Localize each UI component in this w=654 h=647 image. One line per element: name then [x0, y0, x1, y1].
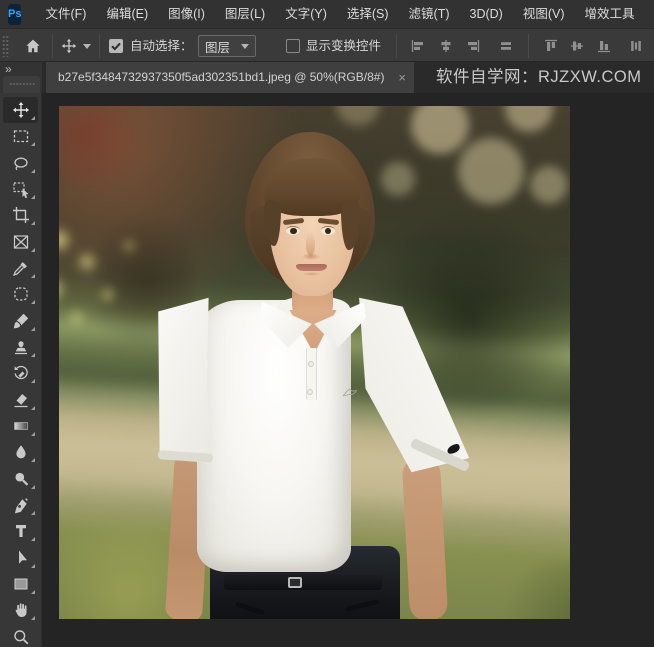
shirt-button	[307, 389, 313, 395]
boy-right-eye	[321, 226, 335, 235]
photoshop-logo[interactable]: Ps	[8, 3, 22, 25]
distribute-horizontally-icon[interactable]	[498, 38, 514, 54]
tool-brush[interactable]	[3, 308, 38, 334]
boy-belt	[224, 575, 382, 590]
boy-subject	[59, 106, 570, 619]
menu-image[interactable]: 图像(I)	[158, 0, 215, 28]
auto-select-target-dropdown[interactable]: 图层	[198, 35, 256, 57]
tab-close-icon[interactable]: ×	[398, 62, 406, 93]
auto-select-target-value: 图层	[205, 40, 231, 55]
align-right-edges-icon[interactable]	[465, 38, 481, 54]
tool-type[interactable]	[3, 518, 38, 544]
show-transform-checkbox[interactable]	[286, 39, 300, 53]
tool-gradient[interactable]	[3, 413, 38, 439]
menu-edit[interactable]: 编辑(E)	[96, 0, 158, 28]
document-tab-title: b27e5f3484732937350f5ad302351bd1.jpeg @ …	[58, 70, 385, 84]
tool-object-selection[interactable]	[3, 176, 38, 202]
distribute-vertically-icon[interactable]	[628, 38, 644, 54]
align-vertical-centers-icon[interactable]	[569, 38, 585, 54]
menu-filter[interactable]: 滤镜(T)	[399, 0, 460, 28]
options-separator	[528, 34, 529, 58]
tool-spot-healing-brush[interactable]	[3, 281, 38, 307]
menu-window[interactable]: 窗口(W)	[645, 0, 654, 28]
tool-lasso[interactable]	[3, 150, 38, 176]
shirt-button	[308, 361, 314, 367]
menubar: Ps 文件(F) 编辑(E) 图像(I) 图层(L) 文字(Y) 选择(S) 滤…	[0, 0, 654, 28]
document-canvas-image[interactable]	[59, 106, 570, 619]
menu-plugins[interactable]: 增效工具	[575, 0, 645, 28]
show-transform-label: 显示变换控件	[306, 39, 382, 53]
document-tab[interactable]: b27e5f3484732937350f5ad302351bd1.jpeg @ …	[46, 62, 414, 93]
options-separator	[396, 34, 397, 58]
checkmark-icon	[111, 42, 121, 51]
menu-view[interactable]: 视图(V)	[513, 0, 575, 28]
tool-history-brush[interactable]	[3, 360, 38, 386]
align-bottom-edges-icon[interactable]	[596, 38, 612, 54]
chest-logo	[342, 388, 358, 396]
menu-select[interactable]: 选择(S)	[337, 0, 399, 28]
align-left-edges-icon[interactable]	[410, 38, 426, 54]
align-top-edges-icon[interactable]	[543, 38, 559, 54]
pupil	[324, 227, 331, 234]
pupil	[290, 227, 297, 234]
toolbar-grip[interactable]	[3, 76, 40, 93]
move-tool-icon[interactable]	[61, 38, 77, 54]
tool-rectangular-marquee[interactable]	[3, 123, 38, 149]
tool-dodge[interactable]	[3, 466, 38, 492]
auto-select-checkbox[interactable]	[109, 39, 123, 53]
toolbar-header: »	[0, 62, 42, 93]
tool-clone-stamp[interactable]	[3, 334, 38, 360]
align-horizontal-centers-icon[interactable]	[438, 38, 454, 54]
menu-layer[interactable]: 图层(L)	[215, 0, 275, 28]
toolbar	[0, 93, 42, 647]
dropdown-chevron-icon	[241, 43, 249, 49]
menu-type[interactable]: 文字(Y)	[275, 0, 337, 28]
options-separator	[99, 34, 100, 58]
expand-panel-button[interactable]: »	[5, 62, 12, 76]
home-icon[interactable]	[24, 37, 42, 55]
tool-eyedropper[interactable]	[3, 255, 38, 281]
tool-pen[interactable]	[3, 492, 38, 518]
menu-file[interactable]: 文件(F)	[35, 0, 96, 28]
lower-lip-shadow	[302, 272, 321, 276]
tool-frame[interactable]	[3, 229, 38, 255]
tool-blur[interactable]	[3, 439, 38, 465]
tool-hand[interactable]	[3, 597, 38, 623]
boy-mouth	[296, 264, 327, 271]
boy-right-forearm	[401, 457, 449, 619]
belt-buckle	[288, 577, 302, 588]
boy-left-eye	[286, 226, 300, 235]
options-bar-grip[interactable]	[2, 35, 9, 57]
photoshop-window: Ps 文件(F) 编辑(E) 图像(I) 图层(L) 文字(Y) 选择(S) 滤…	[0, 0, 654, 647]
nose-tip-shading	[302, 253, 320, 260]
watermark-text: 软件自学网：RJZXW.COM	[436, 68, 642, 86]
tool-zoom[interactable]	[3, 624, 38, 647]
document-tab-bar: » b27e5f3484732937350f5ad302351bd1.jpeg …	[0, 62, 654, 93]
menu-3d[interactable]: 3D(D)	[460, 0, 513, 28]
boy-shirt-torso	[197, 300, 351, 572]
tool-path-selection[interactable]	[3, 545, 38, 571]
tool-move[interactable]	[3, 97, 38, 123]
auto-select-label: 自动选择：	[130, 39, 193, 53]
tool-eraser[interactable]	[3, 387, 38, 413]
move-options-chevron-icon[interactable]	[83, 44, 91, 49]
tool-crop[interactable]	[3, 202, 38, 228]
tool-options-bar: 自动选择： 图层 显示变换控件	[0, 28, 654, 62]
tool-rectangle[interactable]	[3, 571, 38, 597]
options-separator	[52, 34, 53, 58]
